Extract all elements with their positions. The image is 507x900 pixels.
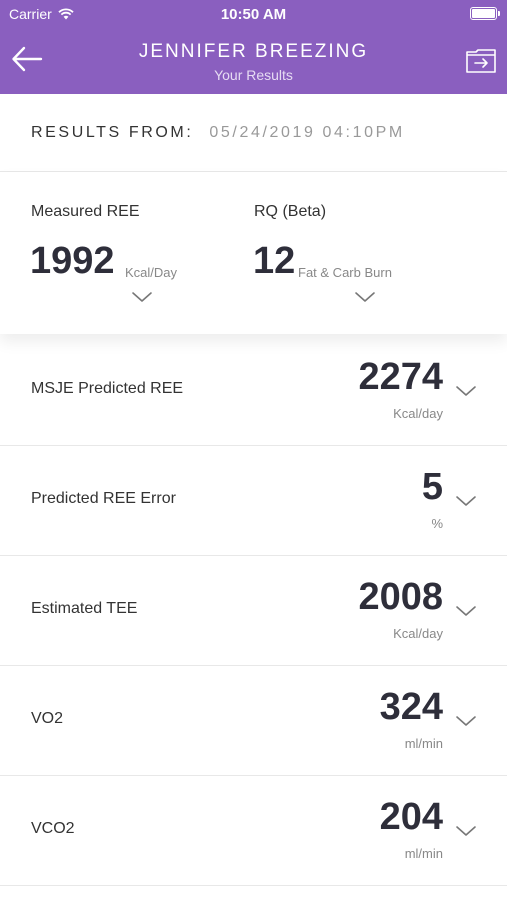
list-item-predicted-ree-error[interactable]: Predicted REE Error 5 %	[0, 446, 507, 556]
rq-expand-button[interactable]	[354, 290, 376, 304]
list-item-vco2[interactable]: VCO2 204 ml/min	[0, 776, 507, 886]
row-unit: ml/min	[404, 736, 443, 751]
chevron-down-icon[interactable]	[455, 384, 477, 398]
page-title: JENNIFER BREEZING	[138, 41, 369, 62]
row-unit: Kcal/day	[393, 406, 443, 421]
measured-ree-value: 1992	[30, 240, 115, 282]
row-label: VO2	[31, 710, 64, 727]
rq-unit: Fat & Carb Burn	[298, 265, 392, 280]
row-unit: ml/min	[404, 846, 443, 861]
export-button[interactable]	[465, 46, 497, 74]
chevron-down-icon[interactable]	[455, 714, 477, 728]
results-list: MSJE Predicted REE 2274 Kcal/day Predict…	[0, 336, 507, 886]
status-time: 10:50 AM	[220, 6, 287, 23]
measured-ree-unit: Kcal/Day	[125, 265, 178, 280]
chevron-down-icon[interactable]	[455, 494, 477, 508]
row-label: VCO2	[31, 820, 75, 837]
list-item-msje-predicted-ree[interactable]: MSJE Predicted REE 2274 Kcal/day	[0, 336, 507, 446]
row-value: 2008	[358, 576, 443, 618]
export-icon	[466, 49, 496, 73]
results-from-label: RESULTS FROM:	[31, 123, 194, 141]
list-item-vo2[interactable]: VO2 324 ml/min	[0, 666, 507, 776]
row-label: Estimated TEE	[31, 600, 138, 617]
results-from-row: RESULTS FROM: 05/24/2019 04:10PM	[0, 94, 507, 172]
results-date: 05/24/2019 04:10PM	[209, 123, 405, 141]
row-value: 2274	[358, 356, 443, 398]
row-unit: %	[431, 516, 443, 531]
measured-ree-label: Measured REE	[31, 203, 140, 220]
row-value: 5	[421, 466, 443, 508]
measured-ree-expand-button[interactable]	[131, 290, 153, 304]
summary-card: Measured REE 1992 Kcal/Day RQ (Beta) 12 …	[0, 172, 507, 334]
row-label: MSJE Predicted REE	[31, 380, 184, 397]
chevron-down-icon	[132, 292, 152, 302]
battery-icon	[470, 7, 500, 20]
page-subtitle: Your Results	[214, 67, 293, 83]
row-label: Predicted REE Error	[31, 490, 176, 507]
list-item-estimated-tee[interactable]: Estimated TEE 2008 Kcal/day	[0, 556, 507, 666]
chevron-down-icon	[355, 292, 375, 302]
chevron-down-icon[interactable]	[455, 824, 477, 838]
rq-label: RQ (Beta)	[254, 203, 327, 220]
row-value: 204	[379, 796, 443, 838]
app-header: Carrier 10:50 AM JENNIFER BREEZING Your …	[0, 0, 507, 94]
rq-value: 12	[253, 240, 296, 282]
row-unit: Kcal/day	[393, 626, 443, 641]
status-bar: Carrier 10:50 AM	[0, 0, 507, 28]
nav-bar: JENNIFER BREEZING Your Results	[0, 28, 507, 94]
chevron-down-icon[interactable]	[455, 604, 477, 618]
row-value: 324	[379, 686, 443, 728]
